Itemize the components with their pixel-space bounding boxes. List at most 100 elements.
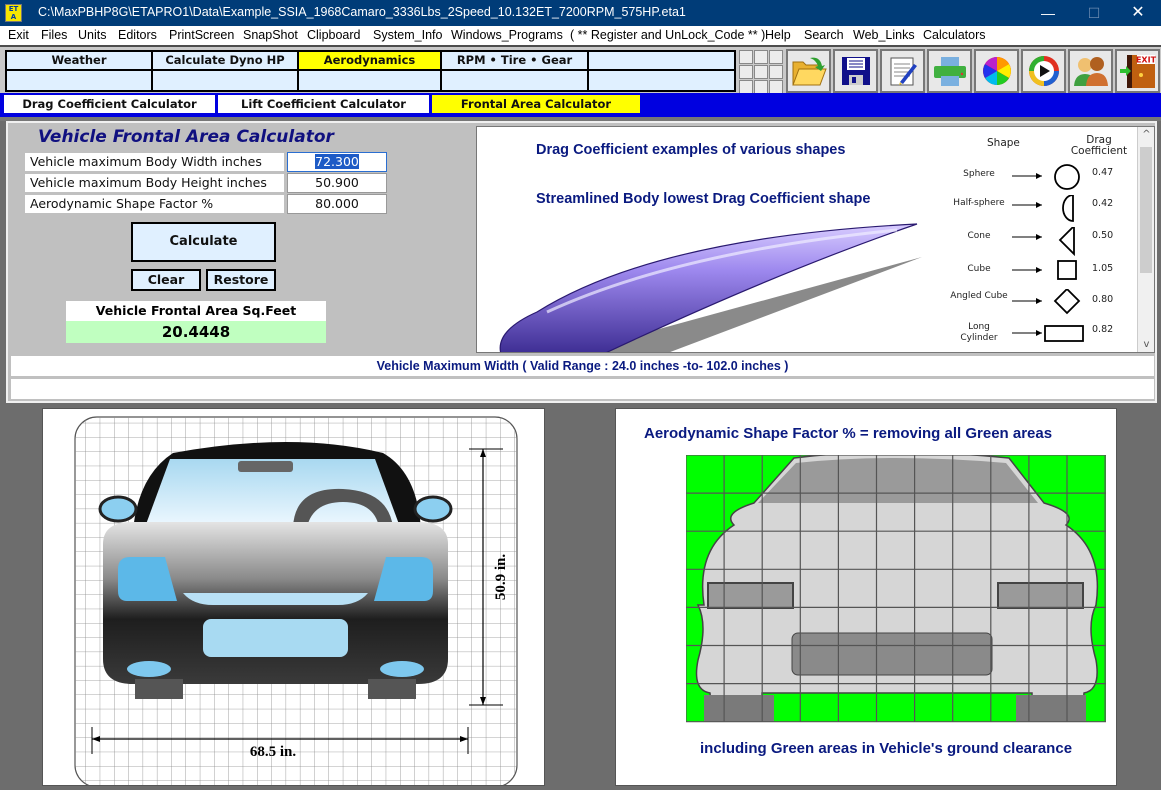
tab-calculate-dyno-hp[interactable]: Calculate Dyno HP [153,52,299,71]
app-icon: ET A [5,4,22,22]
grid-button[interactable] [754,65,768,79]
menu-units[interactable]: Units [78,28,106,42]
users-icon [1073,57,1108,86]
shape-row-angled-cube: Angled Cube 0.80 [947,289,1117,319]
scroll-down-icon[interactable]: v [1138,339,1154,350]
body-width-input[interactable]: 72.300 [287,152,387,172]
menu-register[interactable]: ( ** Register and UnLock_Code ** ) [570,28,765,42]
menu-files[interactable]: Files [41,28,67,42]
subtab-frontal-area[interactable]: Frontal Area Calculator [432,95,640,113]
status-line [11,379,1154,399]
media-play-icon [1028,56,1059,86]
grid-button[interactable] [739,50,753,64]
tab-aero-sub[interactable] [299,71,442,90]
media-button[interactable] [1021,49,1066,93]
shape-row-sphere: Sphere 0.47 [947,164,1117,194]
tab-rpm-sub[interactable] [442,71,589,90]
half-sphere-icon [1012,195,1074,222]
grid-button[interactable] [754,50,768,64]
close-button[interactable]: ✕ [1115,0,1161,26]
print-button[interactable] [927,49,972,93]
menu-help[interactable]: Help [765,28,791,42]
save-disk-icon [841,57,870,85]
window-title: C:\MaxPBHP8G\ETAPRO1\Data\Example_SSIA_1… [38,5,686,19]
tab-empty-sub[interactable] [589,71,734,90]
calculator-panel: Vehicle Frontal Area Calculator Vehicle … [6,121,1157,403]
grid-button[interactable] [739,80,753,94]
tab-dyno-sub[interactable] [153,71,299,90]
height-dimension-label: 50.9 in. [493,554,509,601]
open-folder-icon [791,57,827,86]
notepad-icon [890,57,917,86]
vertical-scrollbar[interactable]: ^ v [1137,127,1154,352]
shape-factor-label: Aerodynamic Shape Factor % [25,195,284,213]
frontal-area-label: Vehicle Frontal Area Sq.Feet [66,301,326,321]
subtab-bar: Drag Coefficient Calculator Lift Coeffic… [0,93,1161,117]
body-height-label: Vehicle maximum Body Height inches [25,174,284,192]
menu-bar: Exit Files Units Editors PrintScreen Sna… [0,26,1161,45]
minimize-button[interactable]: — [1025,0,1071,26]
tab-rpm-tire-gear[interactable]: RPM • Tire • Gear [442,52,589,71]
open-button[interactable] [786,49,831,93]
menu-snapshot[interactable]: SnapShot [243,28,298,42]
shape-row-half-sphere: Half-sphere 0.42 [947,195,1117,225]
notepad-button[interactable] [880,49,925,93]
calculate-button[interactable]: Calculate [131,222,276,262]
long-cylinder-icon [1012,325,1084,342]
tab-weather[interactable]: Weather [7,52,153,71]
users-button[interactable] [1068,49,1113,93]
tab-weather-sub[interactable] [7,71,153,90]
menu-calculators[interactable]: Calculators [923,28,986,42]
shape-row-cube: Cube 1.05 [947,260,1117,290]
body-height-input[interactable]: 50.900 [287,173,387,193]
grid-button[interactable] [739,65,753,79]
drag-column-header: Drag Coefficient [1070,134,1128,157]
printer-icon [933,57,966,86]
scroll-thumb[interactable] [1140,147,1152,273]
grid-button[interactable] [769,65,783,79]
grid-button[interactable] [769,50,783,64]
grid-button[interactable] [769,80,783,94]
frontal-area-value: 20.4448 [66,321,326,343]
menu-system-info[interactable]: System_Info [373,28,442,42]
menu-search[interactable]: Search [804,28,844,42]
toolbar: Weather Calculate Dyno HP Aerodynamics R… [0,45,1161,94]
menu-exit[interactable]: Exit [8,28,29,42]
clear-button[interactable]: Clear [131,269,201,291]
tab-empty[interactable] [589,52,734,71]
top-tab-grid: Weather Calculate Dyno HP Aerodynamics R… [5,50,736,92]
subtab-drag-coefficient[interactable]: Drag Coefficient Calculator [4,95,215,113]
valid-range-hint: Vehicle Maximum Width ( Valid Range : 24… [11,356,1154,376]
streamlined-body-illustration [499,223,922,352]
tab-aerodynamics[interactable]: Aerodynamics [299,52,442,71]
drag-examples-heading: Drag Coefficient examples of various sha… [536,142,846,158]
car-dimensions-picture: 68.5 in. 50.9 in. [42,408,545,786]
shape-row-cone: Cone 0.50 [947,227,1117,257]
menu-windows-programs[interactable]: Windows_Programs [451,28,563,42]
drag-coefficient-image: Drag Coefficient examples of various sha… [476,126,1155,353]
streamlined-heading: Streamlined Body lowest Drag Coefficient… [536,191,871,207]
menu-editors[interactable]: Editors [118,28,157,42]
grid-button[interactable] [754,80,768,94]
menu-web-links[interactable]: Web_Links [853,28,915,42]
angled-cube-icon [1012,289,1081,315]
body-width-label: Vehicle maximum Body Width inches [25,153,284,171]
shape-factor-input[interactable]: 80.000 [287,194,387,214]
scroll-up-icon[interactable]: ^ [1138,129,1154,140]
exit-button[interactable]: EXIT [1115,49,1160,93]
subtab-lift-coefficient[interactable]: Lift Coefficient Calculator [218,95,429,113]
save-button[interactable] [833,49,878,93]
exit-door-icon: EXIT [1119,55,1156,88]
car-dimension-diagram: 68.5 in. 50.9 in. [74,416,518,785]
menu-printscreen[interactable]: PrintScreen [169,28,234,42]
color-button[interactable] [974,49,1019,93]
cone-icon [1012,227,1075,257]
calculator-title: Vehicle Frontal Area Calculator [38,127,334,147]
svg-text:EXIT: EXIT [1135,56,1156,65]
color-wheel-icon [982,57,1011,85]
sphere-icon [1012,164,1080,190]
small-button-grid [738,49,784,94]
maximize-button[interactable]: ☐ [1071,0,1117,26]
menu-clipboard[interactable]: Clipboard [307,28,361,42]
restore-button[interactable]: Restore [206,269,276,291]
